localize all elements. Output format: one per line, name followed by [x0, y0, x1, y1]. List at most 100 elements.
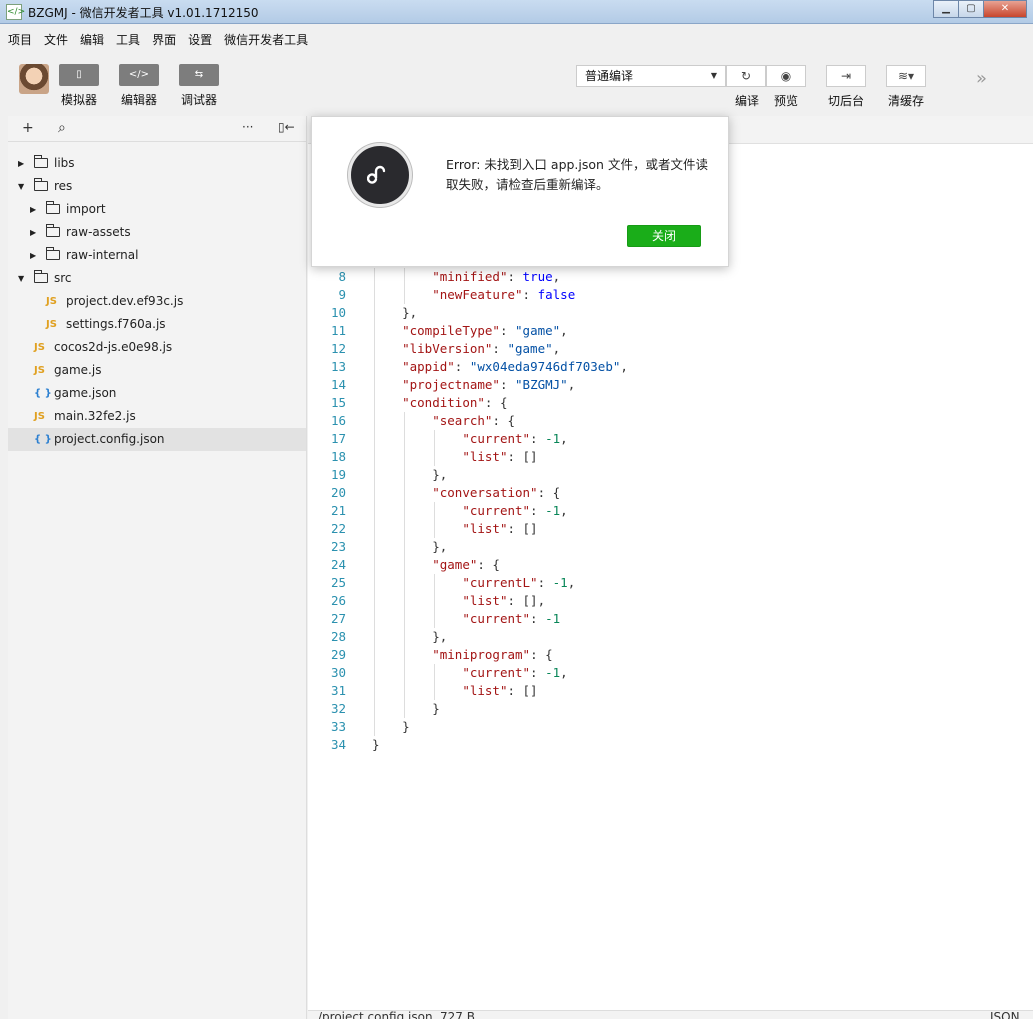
avatar[interactable]: [19, 64, 49, 94]
code-line: 9 "newFeature": false: [308, 286, 1033, 304]
phone-icon: ▯: [59, 64, 99, 86]
code-line: 12 "libVersion": "game",: [308, 340, 1033, 358]
background-button[interactable]: ⇥: [826, 65, 866, 87]
menu-project[interactable]: 项目: [8, 31, 32, 48]
simulator-label: 模拟器: [60, 93, 97, 107]
code-line: 11 "compileType": "game",: [308, 322, 1033, 340]
chevron-right-icon[interactable]: ▶: [30, 221, 36, 244]
code-text: "list": []: [462, 449, 538, 464]
tree-folder[interactable]: ▶ raw-assets: [8, 221, 306, 244]
search-icon[interactable]: ⌕: [58, 120, 66, 136]
background-label: 切后台: [828, 94, 865, 108]
debugger-toggle[interactable]: ⇆ 调试器: [179, 64, 219, 108]
line-number: 26: [330, 593, 346, 608]
preview-button[interactable]: ◉: [766, 65, 806, 87]
folder-icon: [46, 247, 60, 260]
chevron-down-icon: ▼: [710, 71, 717, 80]
clear-cache-label: 清缓存: [888, 94, 925, 108]
code-text: }: [372, 737, 380, 752]
chevron-right-icon[interactable]: ▶: [30, 244, 36, 267]
tree-file[interactable]: { } game.json: [8, 382, 306, 405]
line-number: 17: [330, 431, 346, 446]
more-icon[interactable]: ···: [242, 120, 253, 134]
menu-file[interactable]: 文件: [44, 31, 68, 48]
code-icon: </>: [119, 64, 159, 86]
tree-file[interactable]: JS settings.f760a.js: [8, 313, 306, 336]
tree-file[interactable]: JS game.js: [8, 359, 306, 382]
debugger-label: 调试器: [180, 93, 217, 107]
line-number: 8: [338, 269, 346, 284]
compile-mode-select[interactable]: 普通编译 ▼: [576, 65, 726, 87]
preview-label: 预览: [774, 94, 799, 108]
line-number: 15: [330, 395, 346, 410]
minimize-button[interactable]: ▁: [933, 0, 959, 18]
tree-item-label: import: [66, 202, 106, 216]
code-line: 28 },: [308, 628, 1033, 646]
clear-cache-button[interactable]: ≋▾: [886, 65, 926, 87]
tree-item-label: game.json: [54, 386, 117, 400]
chevron-right-icon[interactable]: ▶: [30, 198, 36, 221]
line-number: 28: [330, 629, 346, 644]
menu-edit[interactable]: 编辑: [80, 31, 104, 48]
code-line: 31 "list": []: [308, 682, 1033, 700]
code-line: 26 "list": [],: [308, 592, 1033, 610]
line-number: 11: [330, 323, 346, 338]
tree-folder[interactable]: ▶ raw-internal: [8, 244, 306, 267]
js-file-icon: JS: [46, 319, 57, 330]
compile-button[interactable]: ↻: [726, 65, 766, 87]
maximize-button[interactable]: ▢: [958, 0, 984, 18]
code-line: 30 "current": -1,: [308, 664, 1033, 682]
folder-icon: [34, 178, 48, 191]
tree-item-label: game.js: [54, 363, 102, 377]
code-text: "projectname": "BZGMJ",: [402, 377, 576, 392]
status-language[interactable]: JSON: [990, 1011, 1020, 1019]
folder-icon: [34, 155, 48, 168]
json-file-icon: { }: [34, 434, 52, 445]
tree-folder[interactable]: ▶ import: [8, 198, 306, 221]
explorer-toolbar: + ⌕ ··· ▯←: [8, 116, 306, 142]
collapse-sidebar-icon[interactable]: ▯←: [278, 120, 295, 134]
menu-settings[interactable]: 设置: [188, 31, 212, 48]
editor-toggle[interactable]: </> 编辑器: [119, 64, 159, 108]
tree-folder[interactable]: ▶ libs: [8, 152, 306, 175]
debug-icon: ⇆: [179, 64, 219, 86]
tree-file[interactable]: JS cocos2d-js.e0e98.js: [8, 336, 306, 359]
menu-view[interactable]: 界面: [152, 31, 176, 48]
tree-file[interactable]: JS main.32fe2.js: [8, 405, 306, 428]
simulator-toggle[interactable]: ▯ 模拟器: [59, 64, 99, 108]
add-icon[interactable]: +: [22, 120, 34, 136]
chevron-down-icon[interactable]: ▼: [18, 175, 24, 198]
double-chevron-right-icon[interactable]: »: [976, 68, 987, 89]
tree-folder[interactable]: ▼ src: [8, 267, 306, 290]
compile-label: 编译: [735, 94, 760, 108]
tree-file[interactable]: JS project.dev.ef93c.js: [8, 290, 306, 313]
code-line: 13 "appid": "wx04eda9746df703eb",: [308, 358, 1033, 376]
dialog-close-button[interactable]: 关闭: [627, 225, 701, 247]
chevron-down-icon[interactable]: ▼: [18, 267, 24, 290]
status-file-path: /project.config.json: [318, 1010, 433, 1019]
eye-icon: ◉: [780, 69, 792, 83]
code-line: 15 "condition": {: [308, 394, 1033, 412]
line-number: 32: [330, 701, 346, 716]
tree-folder[interactable]: ▼ res: [8, 175, 306, 198]
json-file-icon: { }: [34, 388, 52, 399]
code-text: "condition": {: [402, 395, 508, 410]
close-window-button[interactable]: ✕: [983, 0, 1027, 18]
menu-devtools[interactable]: 微信开发者工具: [224, 31, 308, 48]
line-number: 21: [330, 503, 346, 518]
code-text: "newFeature": false: [432, 287, 576, 302]
tree-item-label: libs: [54, 156, 75, 170]
js-file-icon: JS: [34, 365, 45, 376]
line-number: 12: [330, 341, 346, 356]
chevron-right-icon[interactable]: ▶: [18, 152, 24, 175]
menu-tools[interactable]: 工具: [116, 31, 140, 48]
compile-mode-value: 普通编译: [585, 69, 634, 83]
line-number: 20: [330, 485, 346, 500]
window-controls: ▁ ▢ ✕: [933, 0, 1027, 18]
code-text: "conversation": {: [432, 485, 561, 500]
code-text: "current": -1,: [462, 665, 568, 680]
line-number: 22: [330, 521, 346, 536]
tree-file[interactable]: { } project.config.json: [8, 428, 306, 451]
line-number: 31: [330, 683, 346, 698]
code-line: 24 "game": {: [308, 556, 1033, 574]
